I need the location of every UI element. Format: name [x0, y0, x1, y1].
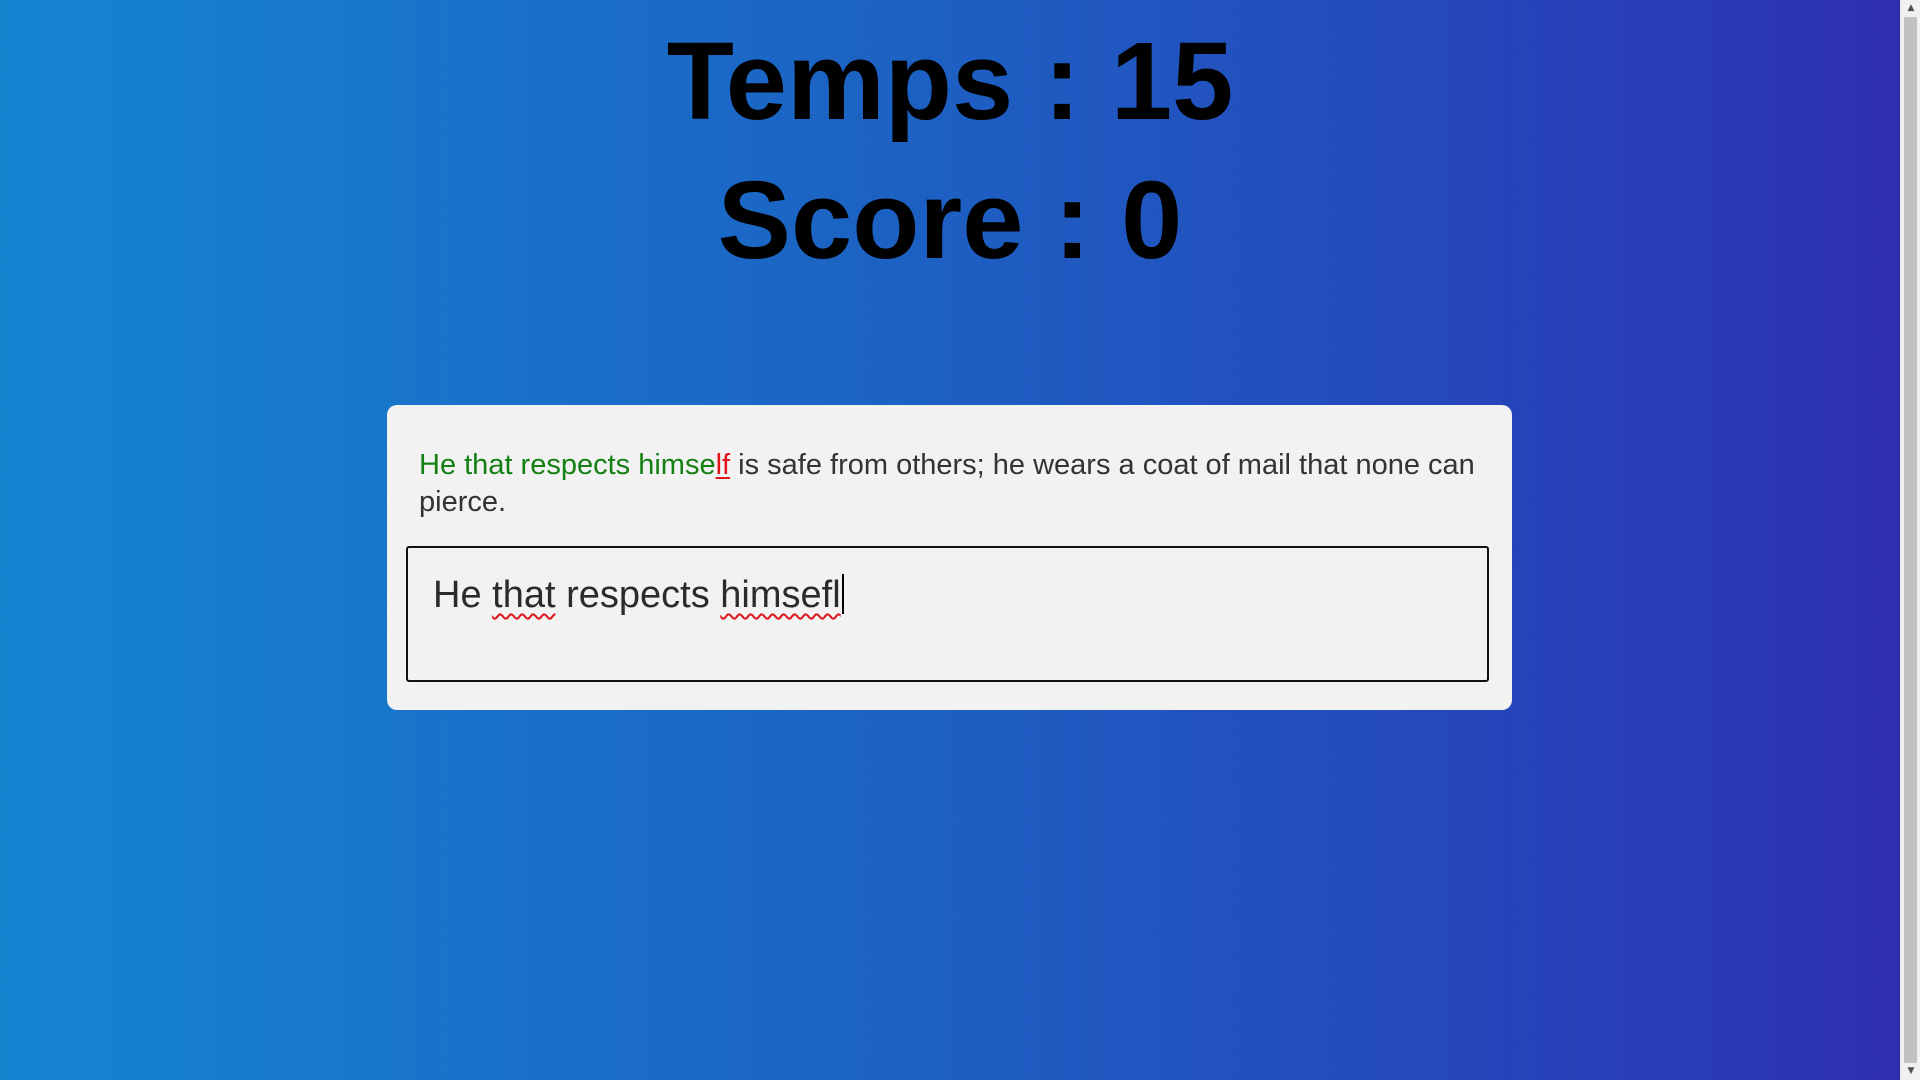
target-quote: He that respects himself is safe from ot…: [419, 447, 1479, 521]
typing-input[interactable]: He that respects himsefl: [406, 546, 1489, 682]
typing-game-page: { "stats": { "time_label": "Temps : 15",…: [0, 0, 1920, 1080]
typed-word-misspelled: himsefl: [720, 574, 841, 616]
quote-error-part: lf: [715, 449, 731, 481]
scroll-up-icon[interactable]: ▲: [1901, 0, 1920, 17]
typed-word: respects: [555, 574, 721, 616]
game-viewport: Temps : 15 Score : 0 He that respects hi…: [0, 0, 1900, 1080]
typed-word-misspelled: that: [492, 574, 556, 616]
vertical-scrollbar[interactable]: ▲ ▼: [1900, 0, 1920, 1080]
scroll-down-icon[interactable]: ▼: [1901, 1063, 1920, 1080]
typed-word: He: [433, 574, 493, 616]
timer-display: Temps : 15: [666, 20, 1234, 143]
typing-card: He that respects himself is safe from ot…: [387, 405, 1512, 710]
text-caret: [841, 574, 844, 614]
quote-correct-part: He that respects himse: [419, 449, 716, 481]
score-display: Score : 0: [717, 159, 1183, 282]
scroll-thumb[interactable]: [1904, 17, 1917, 1063]
typed-text[interactable]: He that respects himsefl: [433, 572, 844, 618]
